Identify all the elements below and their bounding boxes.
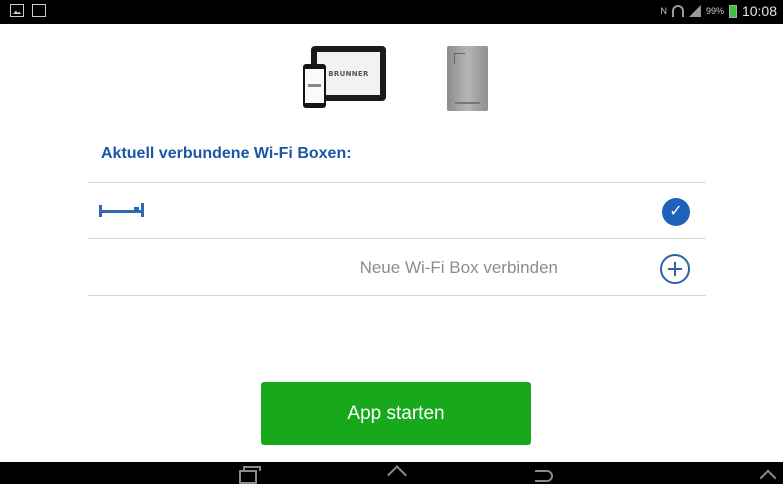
phone-screen (305, 69, 324, 103)
wifi-box-device-icon (447, 46, 488, 111)
up-icon[interactable] (757, 465, 781, 481)
status-bar-right: N 99% 10:08 (660, 3, 777, 19)
divider-middle (88, 238, 706, 239)
connected-box-row[interactable]: ✓ (88, 183, 706, 238)
status-bar: N 99% 10:08 (0, 0, 783, 24)
section-title: Aktuell verbundene Wi-Fi Boxen: (101, 145, 352, 162)
back-icon[interactable] (532, 465, 556, 482)
status-bar-left (10, 4, 46, 17)
nfc-icon: N (660, 6, 667, 16)
battery-icon (728, 4, 737, 18)
brand-logo: BRUNNER (328, 69, 369, 78)
navigation-bar (0, 462, 783, 484)
router-icon (99, 203, 144, 217)
sim-card-icon (32, 4, 46, 17)
home-icon[interactable] (385, 465, 409, 481)
phone-icon (303, 64, 326, 108)
check-icon[interactable]: ✓ (662, 198, 690, 226)
divider-bottom (88, 295, 706, 296)
signal-icon (688, 5, 701, 17)
add-box-row[interactable]: Neue Wi-Fi Box verbinden (88, 240, 706, 295)
recent-apps-icon[interactable] (237, 465, 261, 484)
add-box-label[interactable]: Neue Wi-Fi Box verbinden (360, 258, 558, 278)
devices-illustration: BRUNNER (300, 42, 500, 112)
tablet-screen: BRUNNER (317, 52, 380, 95)
start-app-button[interactable]: App starten (261, 382, 531, 445)
gallery-icon (10, 4, 24, 17)
battery-percent: 99% (705, 6, 724, 16)
wifi-icon (671, 5, 684, 17)
plus-circle-icon[interactable] (660, 254, 690, 284)
status-time: 10:08 (741, 3, 777, 19)
